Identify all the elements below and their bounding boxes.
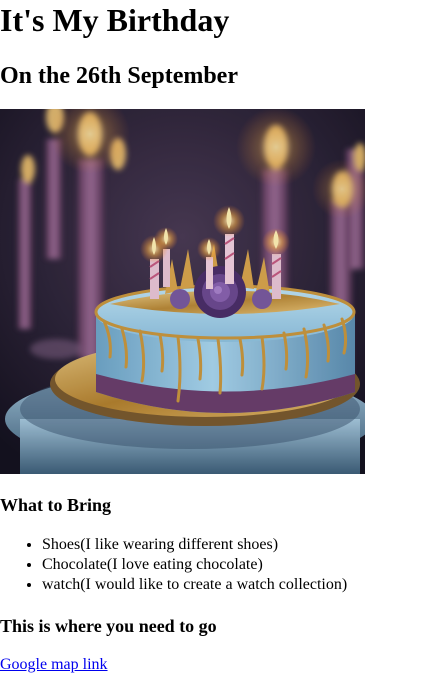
google-map-link[interactable]: Google map link bbox=[0, 655, 108, 675]
list-item: Chocolate(I love eating chocolate) bbox=[42, 555, 347, 575]
list-item: Shoes(I like wearing different shoes) bbox=[42, 535, 347, 555]
what-to-bring-heading: What to Bring bbox=[0, 495, 112, 515]
directions-heading: This is where you need to go bbox=[0, 616, 217, 636]
list-item: watch(I would like to create a watch col… bbox=[42, 575, 347, 595]
page: It's My Birthday On the 26th September W… bbox=[0, 0, 421, 692]
birthday-cake-image bbox=[0, 109, 365, 474]
bring-list: Shoes(I like wearing different shoes) Ch… bbox=[0, 535, 347, 595]
page-title: It's My Birthday bbox=[0, 2, 230, 38]
date-heading: On the 26th September bbox=[0, 63, 238, 89]
